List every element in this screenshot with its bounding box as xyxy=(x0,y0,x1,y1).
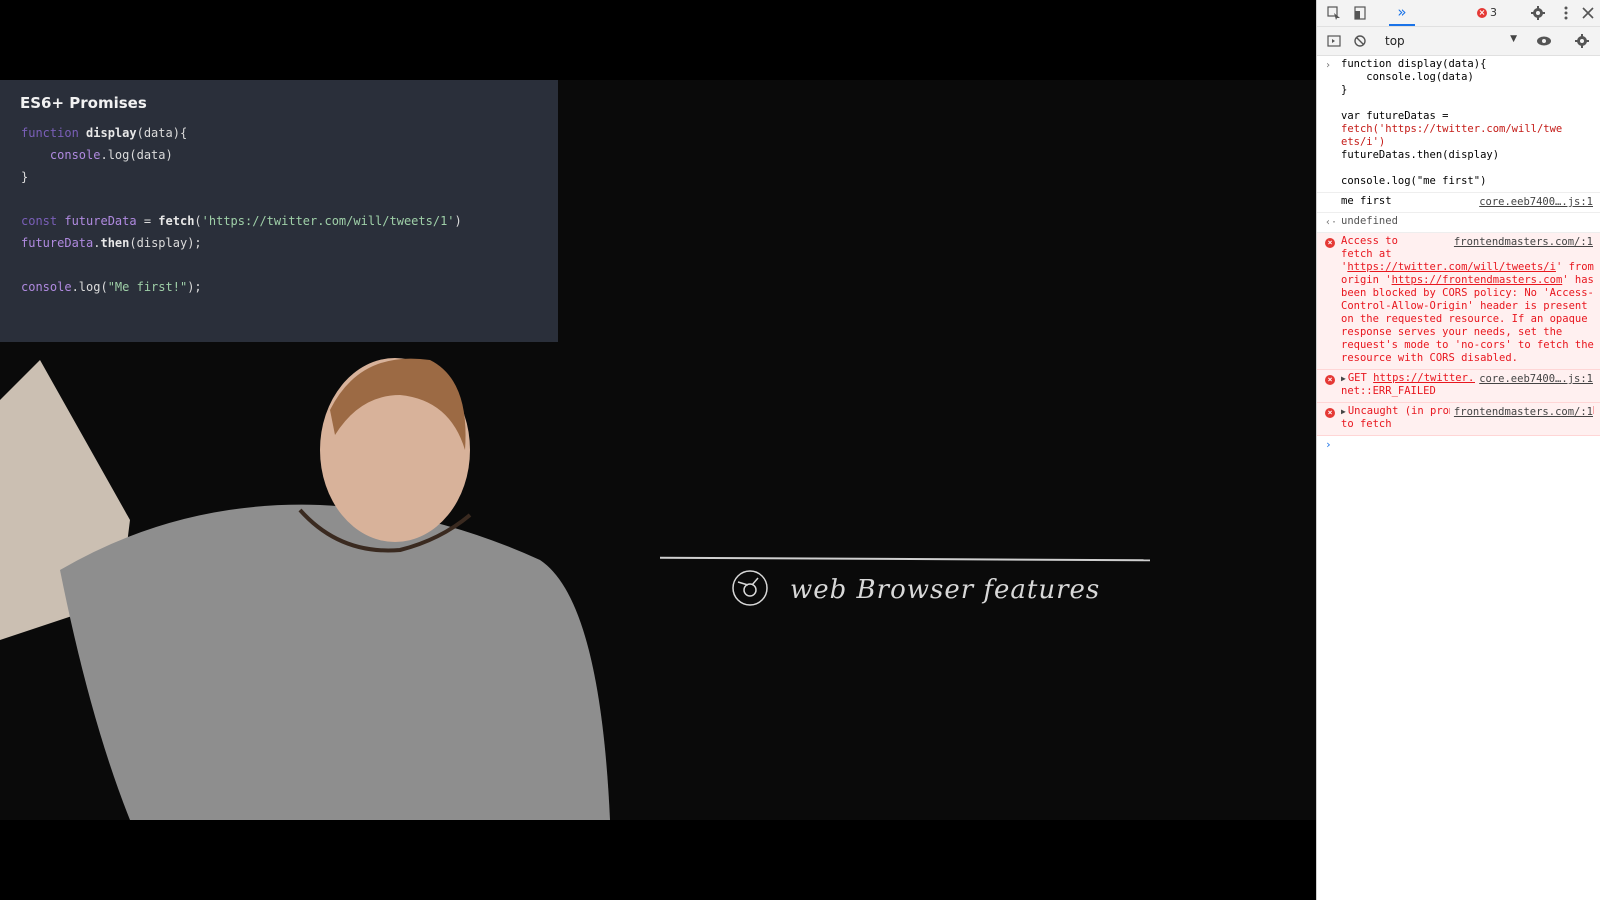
return-arrow-icon: ‹· xyxy=(1325,217,1338,228)
error-text: net::ERR_FAILED xyxy=(1341,385,1436,397)
live-expression-eye-icon[interactable] xyxy=(1535,32,1553,50)
log-source-link[interactable]: core.eeb7400….js:1 xyxy=(1475,196,1593,209)
error-message: Access to fetch at 'https://twitter.com/… xyxy=(1341,235,1595,365)
context-select[interactable]: top ▼ xyxy=(1385,31,1519,50)
whiteboard-caption: web Browser features xyxy=(790,575,1101,605)
devtools-toolbar: » × 3 xyxy=(1317,0,1600,27)
code-line: ets/i') xyxy=(1341,136,1386,148)
error-count-badge[interactable]: × 3 xyxy=(1477,6,1497,19)
clear-console-icon[interactable] xyxy=(1351,32,1369,50)
expand-triangle-icon[interactable]: ▶ xyxy=(1341,374,1346,383)
slide-title: ES6+ Promises xyxy=(20,94,147,112)
device-toolbar-icon[interactable] xyxy=(1351,4,1369,22)
presenter-figure xyxy=(0,358,610,820)
slide-code-line: function display(data){ xyxy=(21,126,188,140)
error-text: ' has been blocked by CORS policy: No 'A… xyxy=(1341,274,1600,364)
whiteboard-line xyxy=(659,556,1151,562)
slide-code-line: console.log(data) xyxy=(49,148,173,162)
slide-code-line: } xyxy=(21,170,29,184)
console-settings-gear-icon[interactable] xyxy=(1573,32,1591,50)
origin-url-link[interactable]: https://frontendmasters.com xyxy=(1392,274,1563,286)
video-stage: ES6+ Promises function display(data){ co… xyxy=(0,0,1316,900)
inspect-element-icon[interactable] xyxy=(1325,4,1343,22)
console-error-uncaught: × ▶Uncaught (in promise) TypeError: Fail… xyxy=(1317,403,1600,436)
close-icon[interactable] xyxy=(1579,4,1597,22)
error-source-link[interactable]: core.eeb7400….js:1 xyxy=(1475,373,1593,386)
code-line: futureDatas.then(display) xyxy=(1341,149,1500,161)
console-prompt[interactable]: › xyxy=(1317,436,1600,456)
error-text: GET xyxy=(1347,372,1374,384)
console-log-entry: me first core.eeb7400….js:1 xyxy=(1317,193,1600,213)
slide-code-line: const futureData = fetch('https://twitte… xyxy=(21,214,462,228)
video-frame: ES6+ Promises function display(data){ co… xyxy=(0,80,1316,820)
more-tabs-button[interactable]: » xyxy=(1389,0,1415,26)
console-input-code[interactable]: function display(data){ console.log(data… xyxy=(1341,58,1595,188)
console-toolbar: top ▼ xyxy=(1317,27,1600,56)
error-icon: × xyxy=(1325,373,1335,386)
devtools-panel: » × 3 top ▼ › function display(data){co… xyxy=(1316,0,1600,900)
code-slide: ES6+ Promises function display(data){ co… xyxy=(0,80,558,342)
slide-code-line: futureData.then(display); xyxy=(21,236,202,250)
error-icon: × xyxy=(1477,7,1487,18)
dropdown-arrow-icon: ▼ xyxy=(1510,34,1517,44)
error-source-link[interactable]: frontendmasters.com/:1 xyxy=(1449,406,1593,419)
slide-code: function display(data){ console.log(data… xyxy=(21,122,462,298)
error-source-link[interactable]: frontendmasters.com/:1 xyxy=(1449,236,1593,249)
show-sidebar-icon[interactable] xyxy=(1325,32,1343,50)
return-value: undefined xyxy=(1341,215,1398,227)
browser-icon xyxy=(732,570,768,606)
code-line: } xyxy=(1341,84,1348,96)
console-error-cors: × Access to fetch at 'https://twitter.co… xyxy=(1317,233,1600,370)
code-line: function display(data){ xyxy=(1341,58,1487,70)
code-line: console.log(data) xyxy=(1341,71,1474,83)
kebab-menu-icon[interactable] xyxy=(1557,4,1575,22)
input-chevron-icon: › xyxy=(1325,60,1332,71)
code-line: console.log("me first") xyxy=(1341,175,1487,187)
slide-code-line: console.log("Me first!"); xyxy=(21,280,202,294)
prompt-chevron-icon: › xyxy=(1325,438,1332,451)
console-return-entry: ‹· undefined xyxy=(1317,213,1600,233)
console-error-get: × ▶GET https://twitter.com/will/tweets/i… xyxy=(1317,370,1600,403)
error-icon: × xyxy=(1325,236,1335,249)
settings-gear-icon[interactable] xyxy=(1529,4,1547,22)
expand-triangle-icon[interactable]: ▶ xyxy=(1341,407,1346,416)
error-icon: × xyxy=(1325,406,1335,419)
context-value: top xyxy=(1385,33,1405,48)
error-url-link[interactable]: https://twitter.com/will/tweets/i xyxy=(1347,261,1556,273)
console-output: › function display(data){ console.log(da… xyxy=(1317,56,1600,900)
code-line: var futureDatas = xyxy=(1341,110,1449,122)
console-input-entry: › function display(data){ console.log(da… xyxy=(1317,56,1600,193)
error-count: 3 xyxy=(1490,6,1497,19)
code-line: fetch('https://twitter.com/will/twe xyxy=(1341,123,1563,135)
